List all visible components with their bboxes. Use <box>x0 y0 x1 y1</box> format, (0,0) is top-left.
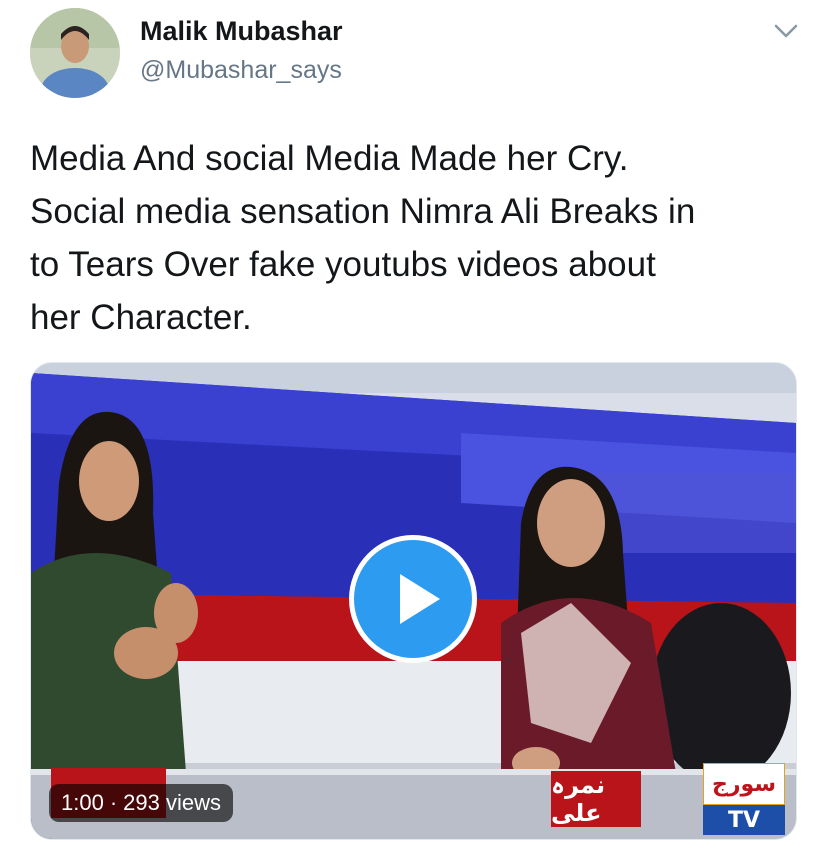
video-player[interactable]: نمرہ علی سورج TV 1:00 · 293 views <box>30 362 797 840</box>
chevron-down-icon[interactable] <box>770 18 802 44</box>
channel-logo: سورج TV <box>702 762 786 835</box>
channel-logo-urdu: سورج <box>712 771 776 797</box>
author-handle[interactable]: @Mubashar_says <box>140 56 342 85</box>
stats-separator: · <box>109 790 118 815</box>
author-avatar[interactable] <box>30 8 120 98</box>
video-view-count: 293 views <box>123 790 221 815</box>
lower-third-name: نمرہ علی <box>551 771 606 827</box>
tweet-text: Media And social Media Made her Cry. Soc… <box>30 139 696 337</box>
video-stats-pill: 1:00 · 293 views <box>49 784 233 822</box>
avatar-image <box>30 8 120 98</box>
play-button[interactable] <box>349 535 477 663</box>
video-duration: 1:00 <box>61 790 104 815</box>
play-icon <box>400 574 440 624</box>
author-display-name[interactable]: Malik Mubashar <box>140 16 343 47</box>
channel-logo-tv: TV <box>727 807 761 833</box>
